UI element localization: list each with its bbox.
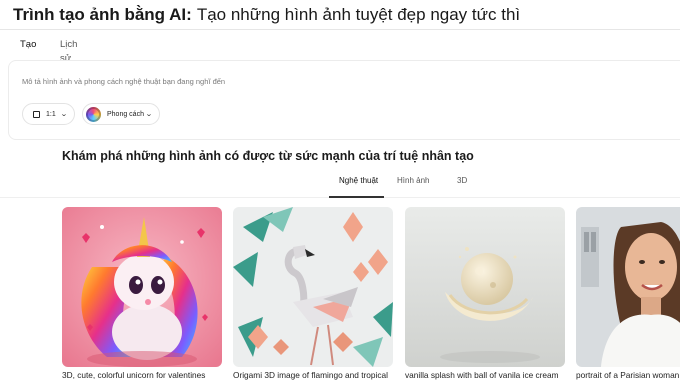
gallery-card-vanilla[interactable] [405, 207, 565, 367]
caption-flamingo: Origami 3D image of flamingo and tropica… [233, 370, 388, 380]
caption-unicorn: 3D, cute, colorful unicorn for valentine… [62, 370, 206, 380]
flamingo-image [233, 207, 393, 367]
square-ratio-icon [33, 110, 40, 118]
active-tab-underline [329, 196, 384, 198]
caption-portrait: portrait of a Parisian woman [576, 370, 680, 380]
gallery-card-unicorn[interactable] [62, 207, 222, 367]
chevron-down-icon: ⌄ [60, 111, 68, 118]
page-title-subtitle: Tạo những hình ảnh tuyệt đẹp ngay tức th… [196, 5, 521, 24]
prompt-card [8, 60, 680, 140]
header-divider [0, 29, 680, 30]
unicorn-image [62, 207, 222, 367]
page-header: Trình tạo ảnh bằng AI: Tạo những hình ản… [0, 0, 680, 30]
explore-title: Khám phá những hình ảnh có được từ sức m… [62, 149, 474, 163]
caption-vanilla: vanilla splash with ball of vanila ice c… [405, 370, 559, 380]
aspect-ratio-label: 1:1 [46, 110, 56, 118]
page-title-bold: Trình tạo ảnh bằng AI: [13, 5, 192, 24]
gallery-card-flamingo[interactable] [233, 207, 393, 367]
style-label: Phong cách [107, 110, 144, 118]
tab-3d[interactable]: 3D [457, 176, 467, 185]
tab-create[interactable]: Tạo [20, 38, 36, 52]
aspect-ratio-dropdown[interactable]: 1:1 ⌄ [22, 103, 75, 125]
vanilla-image [405, 207, 565, 367]
portrait-image [576, 207, 680, 367]
tab-images[interactable]: Hình ảnh [397, 176, 429, 185]
tab-art[interactable]: Nghệ thuật [339, 176, 378, 185]
prompt-input[interactable] [22, 74, 622, 88]
chevron-down-icon: ⌄ [145, 111, 153, 118]
style-dropdown[interactable]: Phong cách ⌄ [82, 103, 160, 125]
style-thumbnail-icon [86, 106, 101, 122]
gallery-card-portrait[interactable] [576, 207, 680, 367]
